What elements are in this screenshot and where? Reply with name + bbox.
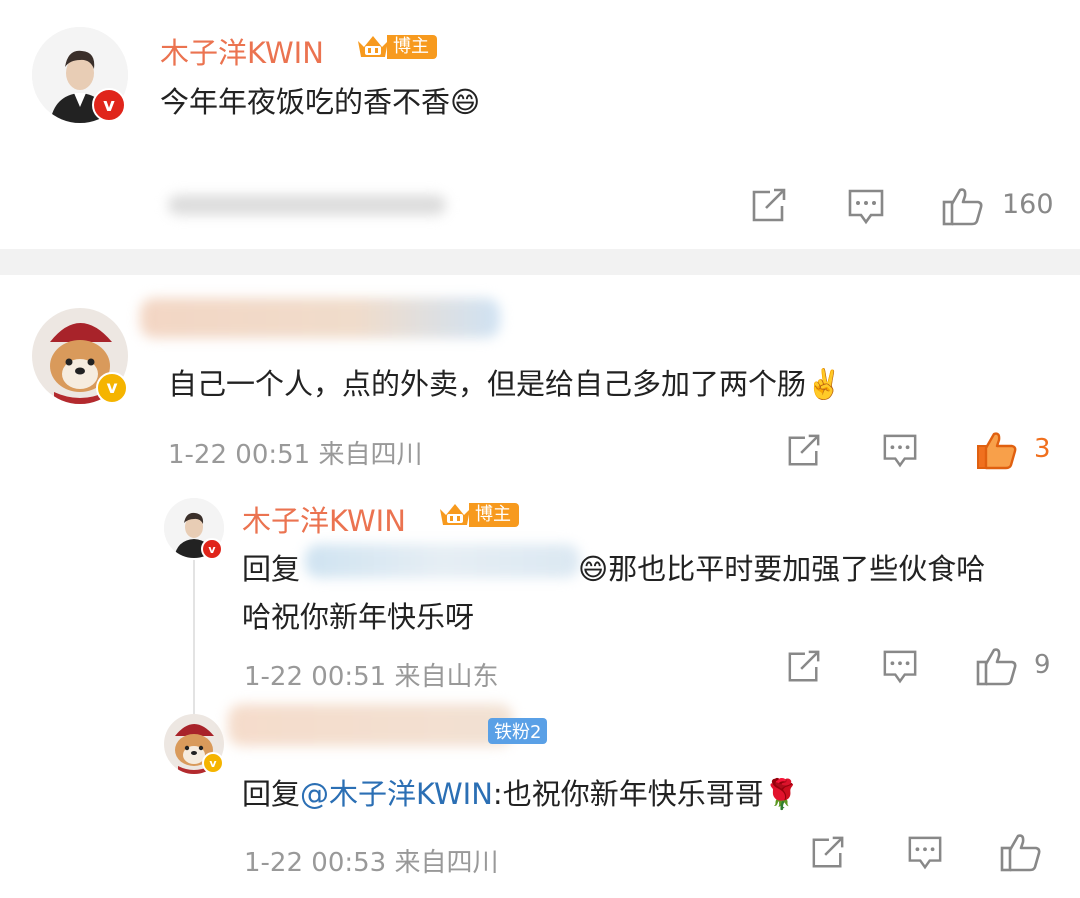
share-icon xyxy=(788,650,820,682)
grin-emoji: 😄 xyxy=(578,552,609,586)
blogger-badge-label: 博主 xyxy=(387,35,437,59)
like-button[interactable] xyxy=(942,186,984,226)
like-button[interactable] xyxy=(976,646,1018,686)
crown-icon xyxy=(358,36,388,57)
comment-time: 1-22 00:51 xyxy=(168,440,311,470)
fan-badge: 铁粉2 xyxy=(488,718,548,744)
reply2-text: 回复@木子洋KWIN:也祝你新年快乐哥哥🌹 xyxy=(242,777,800,811)
share-button[interactable] xyxy=(750,188,788,224)
mention-link[interactable]: @木子洋KWIN xyxy=(300,777,493,811)
reply-prefix: 回复 xyxy=(242,552,301,586)
share-button[interactable] xyxy=(810,836,846,870)
comment-text: 自己一个人，点的外卖，但是给自己多加了两个肠✌️ xyxy=(168,367,843,401)
share-button[interactable] xyxy=(786,434,822,468)
post-author-name[interactable]: 木子洋KWIN xyxy=(160,30,324,72)
comment-button[interactable] xyxy=(907,835,943,871)
thumbs-up-icon xyxy=(942,188,983,226)
reply-location: 来自山东 xyxy=(394,662,499,692)
verified-badge-icon: v xyxy=(202,752,224,774)
comment-icon xyxy=(908,836,942,870)
thumbs-up-icon xyxy=(976,648,1017,686)
reply-like-count: 9 xyxy=(1034,650,1051,680)
verified-badge-icon: v xyxy=(92,88,126,122)
crown-icon xyxy=(440,504,470,525)
blogger-badge: 博主 xyxy=(437,501,519,529)
comment-button[interactable] xyxy=(882,649,918,685)
thumbs-up-icon xyxy=(977,432,1017,470)
reply2-meta: 1-22 00:53 来自四川 xyxy=(244,842,498,879)
reply2-time: 1-22 00:53 xyxy=(244,848,387,878)
share-icon xyxy=(812,836,844,868)
thumbs-up-icon xyxy=(1000,834,1041,872)
blogger-badge-label: 博主 xyxy=(469,503,519,527)
reply-author-name[interactable]: 木子洋KWIN xyxy=(242,498,406,540)
grin-emoji: 😄 xyxy=(450,85,481,119)
blurred-reply-commenter-name xyxy=(228,704,513,746)
post-like-count: 160 xyxy=(1002,189,1054,220)
like-button-active[interactable] xyxy=(976,430,1018,470)
verified-badge-icon: v xyxy=(96,372,128,404)
post-text: 今年年夜饭吃的香不香😄 xyxy=(160,85,481,119)
comment-button[interactable] xyxy=(847,188,885,226)
comment-location: 来自四川 xyxy=(318,440,423,470)
comment-icon xyxy=(883,434,917,468)
blogger-badge: 博主 xyxy=(355,33,437,61)
section-divider xyxy=(0,249,1080,275)
reply-text-line2: 哈祝你新年快乐呀 xyxy=(242,600,475,634)
reply-meta: 1-22 00:51 来自山东 xyxy=(244,656,498,693)
victory-hand-emoji: ✌️ xyxy=(806,367,843,401)
verified-badge-icon: v xyxy=(201,538,223,560)
like-button[interactable] xyxy=(1000,832,1042,872)
comment-like-count: 3 xyxy=(1034,434,1051,464)
comment-button[interactable] xyxy=(882,433,918,469)
rose-emoji: 🌹 xyxy=(763,777,800,811)
blurred-mention xyxy=(305,544,580,578)
share-icon xyxy=(788,434,820,466)
reply-time: 1-22 00:51 xyxy=(244,662,387,692)
comment-meta: 1-22 00:51 来自四川 xyxy=(168,434,422,471)
reply-thread-line xyxy=(193,560,195,720)
blurred-post-meta xyxy=(168,195,446,215)
share-button[interactable] xyxy=(786,650,822,684)
reply-text: 😄那也比平时要加强了些伙食哈 xyxy=(578,552,986,586)
share-icon xyxy=(752,188,786,222)
blurred-commenter-name xyxy=(140,298,500,338)
comment-icon xyxy=(848,189,884,225)
comment-icon xyxy=(883,650,917,684)
reply2-location: 来自四川 xyxy=(394,848,499,878)
